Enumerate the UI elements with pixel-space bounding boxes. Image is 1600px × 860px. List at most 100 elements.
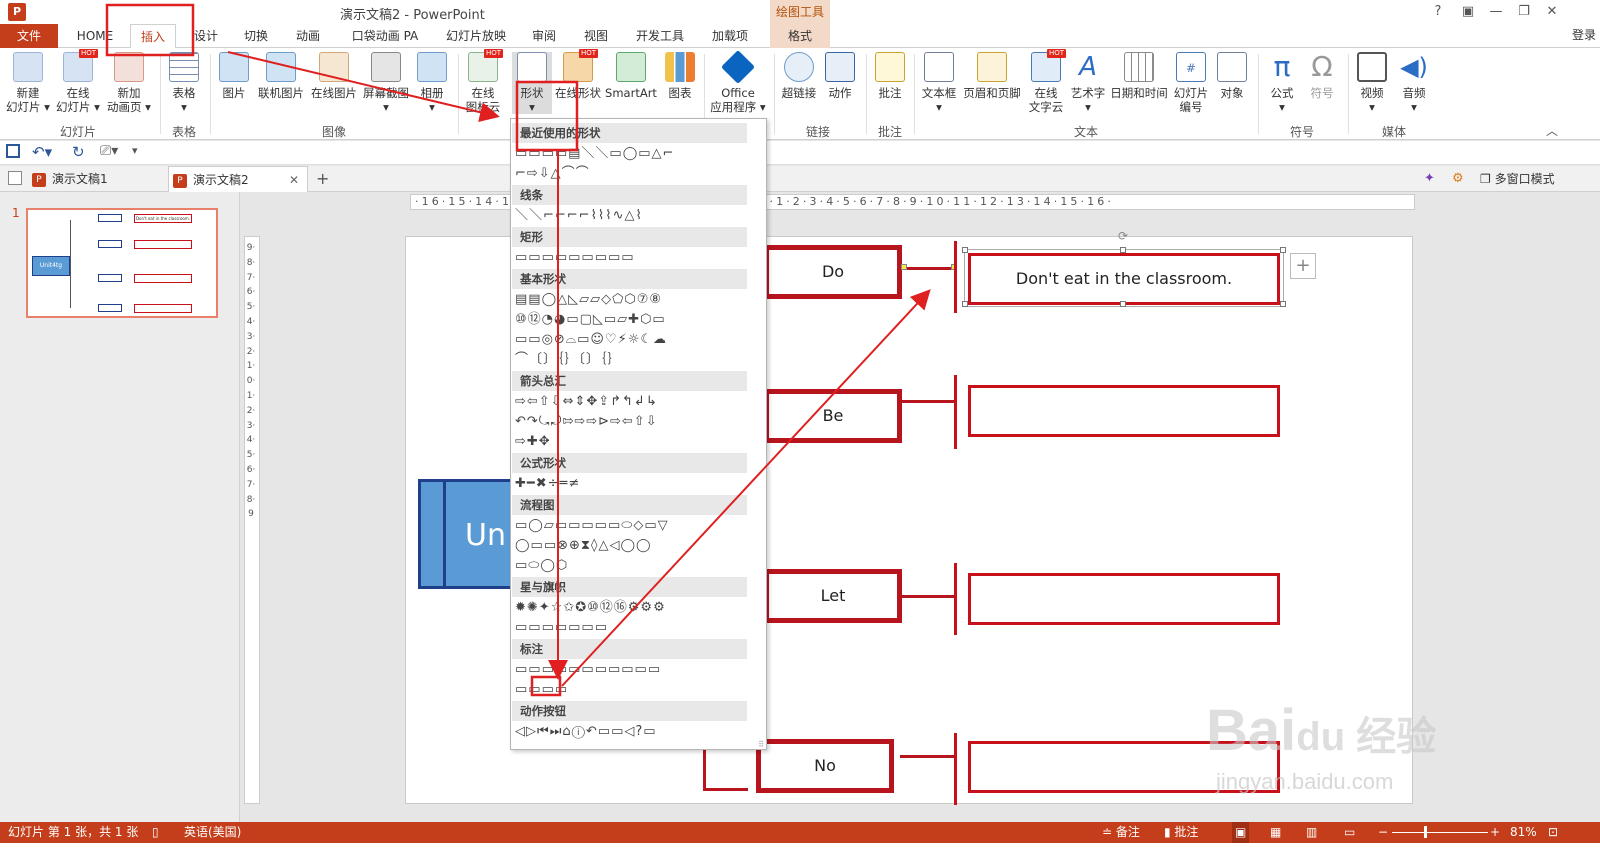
keyword-box-let[interactable]: Let xyxy=(764,569,902,623)
shape-row[interactable]: ▭▭▭▭ xyxy=(513,680,749,700)
new-animation-page-button[interactable]: 新加 动画页 ▾ xyxy=(104,52,154,114)
minimize-icon[interactable]: — xyxy=(1486,2,1506,22)
wordart-button[interactable]: A 艺术字 ▾ xyxy=(1068,52,1108,114)
symbol-button[interactable]: Ω 符号 xyxy=(1302,52,1342,101)
spellcheck-icon[interactable]: ▯ xyxy=(152,822,159,843)
answer-box-3[interactable] xyxy=(968,573,1280,625)
zoom-level[interactable]: 81% xyxy=(1510,822,1537,843)
table-button[interactable]: 表格 ▾ xyxy=(164,52,204,114)
customize-qat-icon[interactable]: ▾ xyxy=(132,144,138,157)
shape-row[interactable]: ✹✺✦☆✩✪⑩⑫⑯⚙⚙⚙ xyxy=(513,598,749,618)
keyword-box-no[interactable]: No xyxy=(756,739,894,793)
shape-row[interactable]: ▭▭◎⊘⌓▭☺♡⚡☼☾☁ xyxy=(513,330,749,350)
shape-row[interactable]: ◁▷⏮⏭⌂ⓘ↶▭▭◁?▭ xyxy=(513,722,749,742)
answer-box-2[interactable] xyxy=(968,385,1280,437)
slide-number-button[interactable]: # 幻灯片 编号 xyxy=(1170,52,1212,114)
slideshow-view-icon[interactable]: ▭ xyxy=(1344,822,1355,843)
multi-window-mode-button[interactable]: ❐ 多窗口模式 xyxy=(1480,166,1555,192)
new-tab-button[interactable]: + xyxy=(316,166,329,192)
tab-developer[interactable]: 开发工具 xyxy=(628,24,692,48)
shape-row[interactable]: ▭▭▭▭▭▭▭▭▭▭▭ xyxy=(513,660,749,680)
reading-view-icon[interactable]: ▥ xyxy=(1306,822,1317,843)
online-shapes-button[interactable]: HOT 在线形状 xyxy=(554,49,602,100)
tab-file[interactable]: 文件 xyxy=(0,24,58,48)
collapse-ribbon-icon[interactable]: ︿ xyxy=(1546,122,1558,139)
textbox-button[interactable]: 文本框 ▾ xyxy=(918,52,960,114)
comments-button[interactable]: ▮ 批注 xyxy=(1164,822,1198,843)
equation-button[interactable]: π 公式 ▾ xyxy=(1262,52,1302,115)
doc-tab-2[interactable]: P 演示文稿2 ✕ xyxy=(168,166,308,192)
shape-row[interactable]: ▭⬭◯⬡ xyxy=(513,556,749,576)
keyword-box-be[interactable]: Be xyxy=(764,389,902,443)
resize-handle[interactable] xyxy=(1120,301,1126,307)
shape-row[interactable]: ＼＼⌐⌐⌐⌐⌇⌇⌇∿△⌇ xyxy=(513,206,749,226)
login-link[interactable]: 登录 xyxy=(1572,26,1596,43)
ribbon-display-icon[interactable]: ▣ xyxy=(1458,2,1478,22)
settings-gear-icon[interactable]: ⚙ xyxy=(1452,171,1464,186)
shape-row[interactable]: ⇨⇦⇧⇩⇔⇕✥⇪↱↰↲↳ xyxy=(513,392,749,412)
shape-row[interactable]: ▭▭▭▭▭▭▭▭▭ xyxy=(513,248,749,268)
shape-row[interactable]: ⇨✚✥ xyxy=(513,432,749,452)
vertical-ruler[interactable]: 9·8·7·6·5·4·3·2·1·0·1·2·3·4·5·6·7·8·9 xyxy=(244,236,260,804)
shape-row[interactable]: ⑩⑫◔◕▭▢◺▭▱✚⬡▭ xyxy=(513,310,749,330)
slide-thumbnail[interactable]: Unit4tg Don't eat in the classroom. xyxy=(26,208,218,318)
slide-count-status[interactable]: 幻灯片 第 1 张，共 1 张 xyxy=(8,822,138,843)
tab-transitions[interactable]: 切换 xyxy=(236,24,276,48)
tab-design[interactable]: 设计 xyxy=(186,24,226,48)
online-slide-button[interactable]: HOT 在线 幻灯片 ▾ xyxy=(54,49,102,114)
powerpoint-app-icon[interactable]: P xyxy=(8,3,26,21)
tab-home[interactable]: HOME xyxy=(70,24,120,48)
photo-album-button[interactable]: 相册 ▾ xyxy=(412,52,452,114)
slideshow-icon[interactable]: ⎚▾ xyxy=(100,143,118,159)
magic-icon[interactable]: ✦ xyxy=(1424,171,1435,186)
date-time-button[interactable]: 日期和时间 xyxy=(1108,52,1170,100)
video-button[interactable]: 视频 ▾ xyxy=(1352,52,1392,114)
resize-handle[interactable] xyxy=(1280,247,1286,253)
comment-button[interactable]: 批注 xyxy=(870,52,910,100)
shape-row[interactable]: ⌐⇨⇩△⌒⌒ xyxy=(513,164,749,184)
normal-view-icon[interactable]: ▣ xyxy=(1232,822,1250,843)
save-icon[interactable] xyxy=(6,144,20,158)
doc-tab-1[interactable]: P 演示文稿1 xyxy=(32,166,164,192)
zoom-out-icon[interactable]: − xyxy=(1378,822,1388,843)
tab-pocket-animation[interactable]: 口袋动画 PA xyxy=(344,24,426,48)
shape-row[interactable]: ↶↷⤿⤾⇰⇨⇨⊳⇨⇦⇧⇩ xyxy=(513,412,749,432)
fit-slide-icon[interactable]: ⊡ xyxy=(1548,822,1558,843)
online-picture-button[interactable]: 联机图片 xyxy=(254,52,308,100)
slide-sorter-icon[interactable]: ▦ xyxy=(1270,822,1281,843)
shape-row[interactable]: ▭▭▭▭▤＼＼▭◯▭△⌐ xyxy=(513,144,749,164)
tab-insert[interactable]: 插入 xyxy=(130,24,176,49)
tab-addins[interactable]: 加载项 xyxy=(702,24,758,48)
tab-view[interactable]: 视图 xyxy=(576,24,616,48)
tab-slideshow[interactable]: 幻灯片放映 xyxy=(438,24,514,48)
redo-icon[interactable]: ↻ xyxy=(72,143,85,161)
chart-button[interactable]: 图表 xyxy=(660,52,700,100)
document-list-icon[interactable] xyxy=(8,171,22,185)
new-slide-button[interactable]: 新建 幻灯片 ▾ xyxy=(4,52,52,114)
picture-button[interactable]: 图片 xyxy=(214,52,254,100)
help-button[interactable]: ? xyxy=(1428,2,1448,22)
notes-button[interactable]: ≐ 备注 xyxy=(1102,822,1140,843)
hyperlink-button[interactable]: 超链接 xyxy=(778,52,820,100)
restore-icon[interactable]: ❐ xyxy=(1514,2,1534,22)
answer-box-1[interactable]: Don't eat in the classroom. xyxy=(968,253,1280,305)
close-tab-icon[interactable]: ✕ xyxy=(289,167,299,193)
shape-row[interactable]: ▭◯▱▭▭▭▭▭⬭◇▭▽ xyxy=(513,516,749,536)
resize-handle[interactable] xyxy=(962,247,968,253)
office-apps-button[interactable]: Office 应用程序 ▾ xyxy=(706,50,770,114)
smartart-button[interactable]: SmartArt xyxy=(604,52,658,100)
shape-row[interactable]: ⌒〔〕｛｝〔〕｛｝ xyxy=(513,350,749,370)
shapes-button[interactable]: 形状 ▾ xyxy=(512,52,552,114)
online-icon-cloud-button[interactable]: HOT 在线 图标云 xyxy=(460,49,506,114)
tab-format[interactable]: 格式 xyxy=(770,24,830,48)
tab-review[interactable]: 审阅 xyxy=(524,24,564,48)
shape-row[interactable]: ▤▤◯△◺▱▱◇⬠⬡⑦⑧ xyxy=(513,290,749,310)
rotate-handle-icon[interactable]: ⟳ xyxy=(1118,229,1128,243)
action-button[interactable]: 动作 xyxy=(820,52,860,100)
keyword-box-do[interactable]: Do xyxy=(764,245,902,299)
shape-row[interactable]: ▭▭▭▭▭▭▭ xyxy=(513,618,749,638)
resize-grip-icon[interactable]: ⠿ xyxy=(758,740,764,749)
zoom-slider-thumb[interactable] xyxy=(1424,826,1427,838)
connector-handle[interactable] xyxy=(901,264,907,270)
layout-options-plus-icon[interactable]: + xyxy=(1290,253,1316,279)
